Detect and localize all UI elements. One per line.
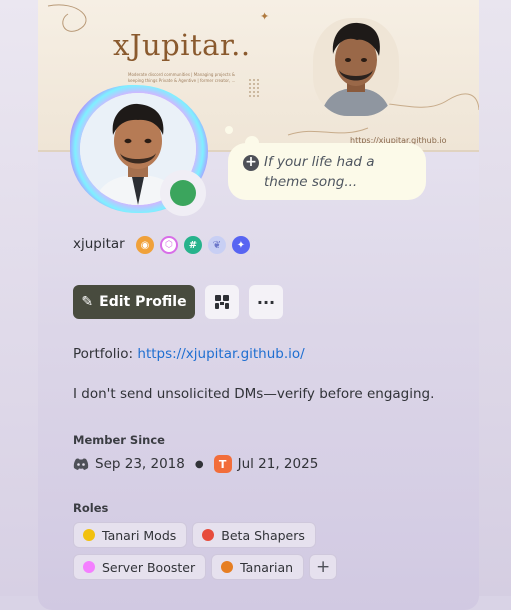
role-chip[interactable]: Tanarian <box>211 554 305 580</box>
banner-dots <box>248 78 260 98</box>
role-name: Tanarian <box>240 559 294 575</box>
hypesquad-icon[interactable]: ⬡ <box>160 236 178 254</box>
server-tag-icon <box>215 295 229 309</box>
banner-subtitle: Moderate discord communities | Managing … <box>128 72 236 83</box>
background-right <box>479 0 511 596</box>
background-left <box>0 0 38 596</box>
portfolio-label: Portfolio: <box>73 346 134 362</box>
profile-card: ✦ xJupitar.. Moderate discord communitie… <box>38 0 479 610</box>
banner-title: xJupitar.. <box>113 28 251 62</box>
custom-status-text[interactable]: If your life had a theme song... <box>264 152 414 192</box>
server-join-date: Jul 21, 2025 <box>237 456 319 472</box>
role-chip[interactable]: Server Booster <box>73 554 207 580</box>
nitro-icon[interactable]: ◉ <box>136 236 154 254</box>
role-name: Server Booster <box>102 559 196 575</box>
member-since-row: Sep 23, 2018 ● T Jul 21, 2025 <box>73 455 318 473</box>
server-tag-button[interactable] <box>205 285 239 319</box>
sparkle-icon: ✦ <box>260 10 270 23</box>
role-name: Tanari Mods <box>102 527 177 543</box>
role-color-dot <box>83 561 95 573</box>
discord-join-date: Sep 23, 2018 <box>95 456 185 472</box>
edit-profile-button[interactable]: ✎ Edit Profile <box>73 285 195 319</box>
role-color-dot <box>221 561 234 573</box>
add-status-icon[interactable]: + <box>243 155 259 171</box>
role-color-dot <box>83 529 95 541</box>
add-role-button[interactable]: + <box>309 554 338 580</box>
portfolio-line: Portfolio: https://xjupitar.github.io/ <box>73 346 305 362</box>
role-chip[interactable]: Tanari Mods <box>73 522 188 548</box>
online-status-icon <box>170 180 196 206</box>
banner-portrait <box>313 18 399 116</box>
server-icon: T <box>213 455 232 473</box>
role-list: Tanari Mods Beta Shapers Server Booster … <box>73 522 443 580</box>
badge-list: ◉ ⬡ # ❦ ✦ <box>136 236 250 254</box>
role-chip[interactable]: Beta Shapers <box>192 522 316 548</box>
bubble-tail <box>225 126 233 134</box>
separator-dot: ● <box>194 458 204 470</box>
pencil-icon: ✎ <box>81 294 94 310</box>
more-icon: ··· <box>256 292 276 312</box>
username: xjupitar <box>73 236 125 252</box>
bio-text: I don't send unsolicited DMs—verify befo… <box>73 386 435 402</box>
role-color-dot <box>202 529 215 541</box>
more-options-button[interactable]: ··· <box>249 285 283 319</box>
quest-icon[interactable]: # <box>184 236 202 254</box>
portfolio-link[interactable]: https://xjupitar.github.io/ <box>137 346 304 362</box>
edit-profile-label: Edit Profile <box>99 294 187 310</box>
roles-label: Roles <box>73 501 109 515</box>
member-since-label: Member Since <box>73 433 165 447</box>
laurel-icon[interactable]: ❦ <box>208 236 226 254</box>
role-name: Beta Shapers <box>221 527 305 543</box>
discord-icon <box>73 458 89 470</box>
active-developer-icon[interactable]: ✦ <box>232 236 250 254</box>
